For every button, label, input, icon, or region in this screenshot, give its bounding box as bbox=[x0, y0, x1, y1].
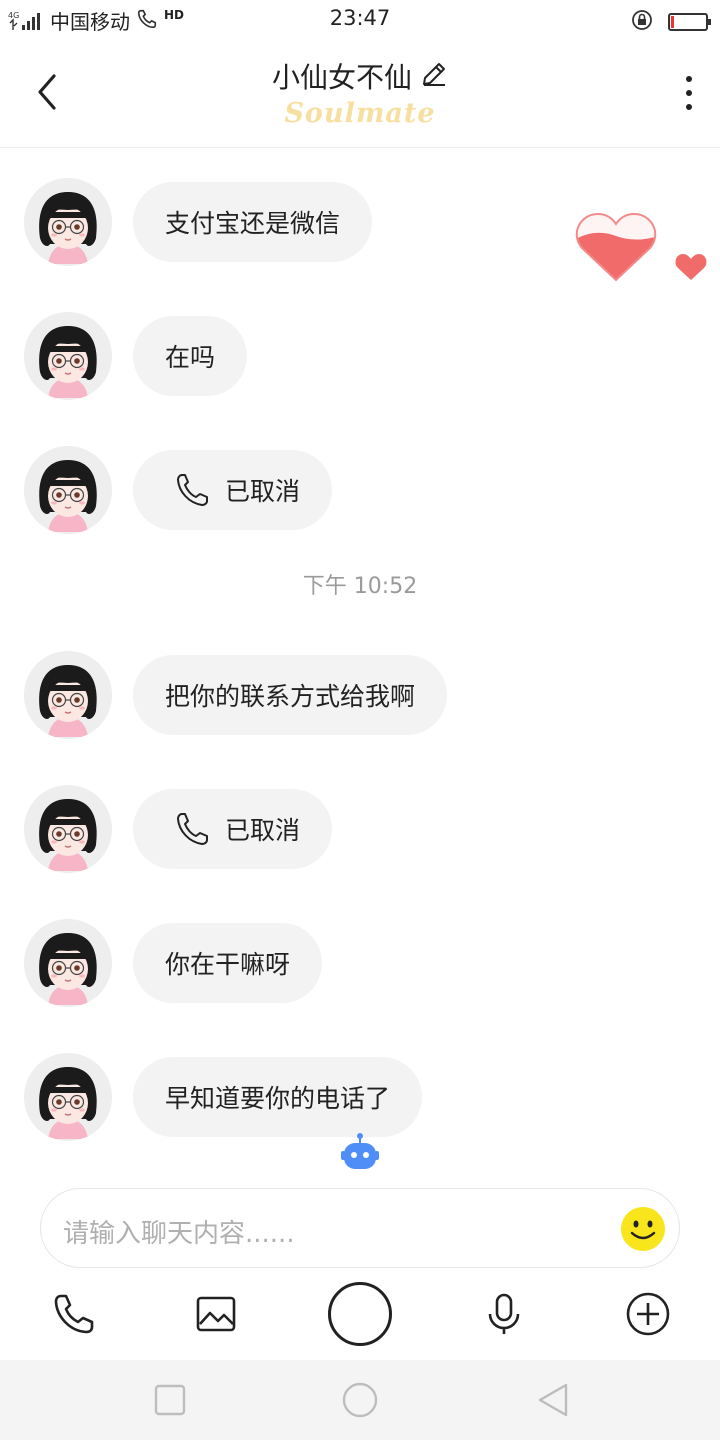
chat-title[interactable]: 小仙女不仙 bbox=[272, 56, 412, 96]
phone-icon[interactable] bbox=[52, 1292, 96, 1336]
message-bubble[interactable]: 把你的联系方式给我啊 bbox=[133, 655, 448, 735]
avatar[interactable] bbox=[24, 446, 112, 534]
toolbar bbox=[0, 1280, 720, 1350]
message-text: 早知道要你的电话了 bbox=[165, 1084, 391, 1113]
avatar[interactable] bbox=[24, 178, 112, 266]
message-row: 早知道要你的电话了 bbox=[24, 1053, 423, 1141]
message-row: 在吗 bbox=[24, 312, 248, 400]
message-text: 你在干嘛呀 bbox=[165, 950, 291, 979]
phone-icon bbox=[175, 811, 209, 847]
message-text: 在吗 bbox=[165, 343, 216, 372]
phone-icon bbox=[175, 472, 209, 508]
back-triangle-icon[interactable] bbox=[534, 1382, 570, 1418]
message-bubble[interactable]: 你在干嘛呀 bbox=[133, 923, 323, 1003]
microphone-icon[interactable] bbox=[482, 1292, 526, 1336]
soulmate-subtitle: Soulmate bbox=[284, 98, 436, 129]
image-icon[interactable] bbox=[194, 1292, 238, 1336]
status-right bbox=[630, 8, 711, 36]
avatar[interactable] bbox=[24, 919, 112, 1007]
home-circle-icon[interactable] bbox=[342, 1382, 378, 1418]
smiley-icon[interactable] bbox=[621, 1207, 665, 1251]
message-row: 支付宝还是微信 bbox=[24, 178, 373, 266]
more-button[interactable] bbox=[684, 76, 694, 110]
system-nav-bar bbox=[0, 1360, 720, 1440]
avatar[interactable] bbox=[24, 312, 112, 400]
plus-circle-icon[interactable] bbox=[626, 1292, 670, 1336]
call-status-text: 已取消 bbox=[225, 477, 301, 506]
rotation-lock-icon bbox=[630, 8, 654, 36]
robot-icon[interactable] bbox=[340, 1132, 380, 1172]
time-divider: 下午 10:52 bbox=[302, 574, 418, 599]
message-row: 你在干嘛呀 bbox=[24, 919, 323, 1007]
pencil-icon[interactable] bbox=[420, 60, 448, 92]
message-text: 把你的联系方式给我啊 bbox=[165, 682, 416, 711]
message-bubble[interactable]: 早知道要你的电话了 bbox=[133, 1057, 423, 1137]
message-row: 已取消 bbox=[24, 446, 333, 534]
message-bubble[interactable]: 支付宝还是微信 bbox=[133, 182, 373, 262]
chat-input-box[interactable]: 请输入聊天内容...... bbox=[40, 1188, 680, 1268]
title-block: 小仙女不仙 Soulmate bbox=[0, 56, 720, 129]
record-button[interactable] bbox=[328, 1282, 392, 1346]
message-row: 把你的联系方式给我啊 bbox=[24, 651, 448, 739]
message-text: 支付宝还是微信 bbox=[165, 209, 341, 238]
avatar[interactable] bbox=[24, 651, 112, 739]
intimacy-heart-meter[interactable] bbox=[574, 210, 714, 290]
status-time: 23:47 bbox=[329, 6, 391, 30]
call-bubble[interactable]: 已取消 bbox=[133, 450, 333, 530]
more-vertical-icon bbox=[686, 76, 692, 82]
chat-input-placeholder[interactable]: 请输入聊天内容...... bbox=[63, 1213, 295, 1250]
battery-icon bbox=[668, 13, 711, 31]
chat-header: 小仙女不仙 Soulmate bbox=[0, 40, 720, 148]
heart-icon bbox=[575, 212, 657, 282]
small-heart-icon bbox=[675, 254, 707, 280]
message-row: 已取消 bbox=[24, 785, 333, 873]
call-status-text: 已取消 bbox=[225, 816, 301, 845]
status-bar: 4G 中国移动 HD 23:47 bbox=[0, 0, 720, 40]
avatar[interactable] bbox=[24, 1053, 112, 1141]
recents-square-icon[interactable] bbox=[152, 1382, 188, 1418]
avatar[interactable] bbox=[24, 785, 112, 873]
call-bubble[interactable]: 已取消 bbox=[133, 789, 333, 869]
message-bubble[interactable]: 在吗 bbox=[133, 316, 248, 396]
